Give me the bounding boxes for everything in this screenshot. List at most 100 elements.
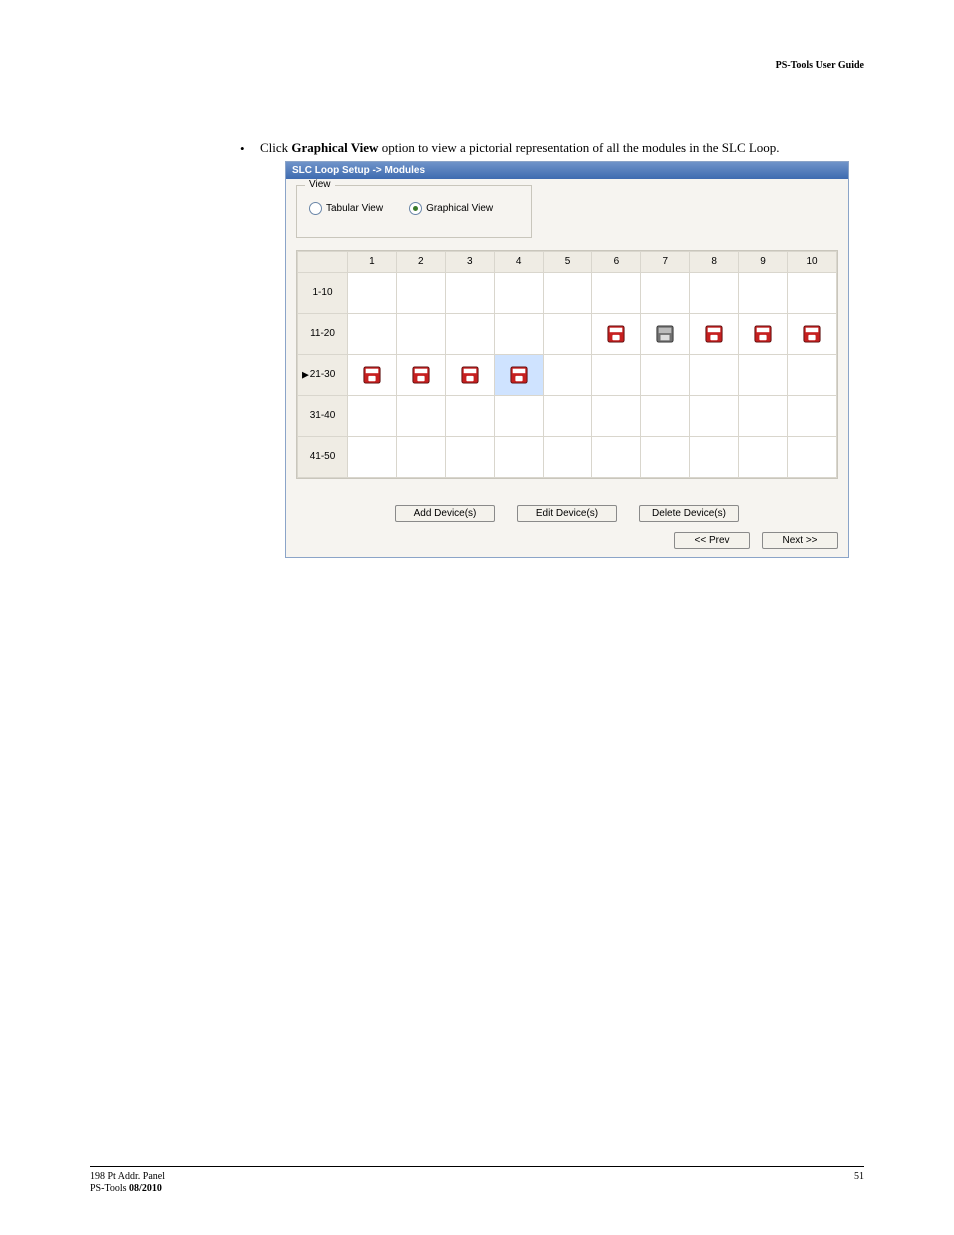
- grid-row: 41-50: [298, 436, 837, 477]
- grid-cell[interactable]: [690, 354, 739, 395]
- grid-col-header: 6: [592, 251, 641, 272]
- grid-col-header: 5: [543, 251, 592, 272]
- grid-cell[interactable]: [788, 436, 837, 477]
- grid-cell[interactable]: [348, 313, 397, 354]
- grid-cell[interactable]: [641, 354, 690, 395]
- device-icon: [461, 370, 479, 381]
- grid-cell[interactable]: [690, 313, 739, 354]
- grid-cell[interactable]: [788, 395, 837, 436]
- radio-icon: [309, 202, 322, 215]
- grid-col-header: 8: [690, 251, 739, 272]
- grid-cell[interactable]: [739, 272, 788, 313]
- grid-row-header[interactable]: ▶21-30: [298, 354, 348, 395]
- grid-row: 31-40: [298, 395, 837, 436]
- grid-row: 11-20: [298, 313, 837, 354]
- device-icon: [510, 370, 528, 381]
- radio-graphical-view[interactable]: Graphical View: [409, 202, 493, 215]
- grid-cell[interactable]: [348, 272, 397, 313]
- grid-cell[interactable]: [348, 436, 397, 477]
- prev-button[interactable]: << Prev: [674, 532, 750, 549]
- add-device-button[interactable]: Add Device(s): [395, 505, 495, 522]
- grid-cell[interactable]: [690, 436, 739, 477]
- grid-cell[interactable]: [592, 395, 641, 436]
- grid-cell[interactable]: [494, 272, 543, 313]
- grid-row: ▶21-30: [298, 354, 837, 395]
- grid-cell[interactable]: [396, 313, 445, 354]
- grid-cell[interactable]: [445, 436, 494, 477]
- grid-corner: [298, 251, 348, 272]
- grid-cell[interactable]: [543, 395, 592, 436]
- grid-cell[interactable]: [445, 395, 494, 436]
- grid-cell[interactable]: [641, 313, 690, 354]
- grid-cell[interactable]: [494, 395, 543, 436]
- grid-cell[interactable]: [494, 354, 543, 395]
- view-groupbox: View Tabular View Graphical View: [296, 185, 532, 238]
- grid-cell[interactable]: [348, 354, 397, 395]
- grid-cell[interactable]: [348, 395, 397, 436]
- bullet-icon: •: [240, 141, 245, 158]
- grid-cell[interactable]: [788, 313, 837, 354]
- device-icon: [363, 370, 381, 381]
- grid-col-header: 7: [641, 251, 690, 272]
- page-footer: 198 Pt Addr. Panel PS-Tools 08/2010 51: [90, 1166, 864, 1195]
- edit-device-button[interactable]: Edit Device(s): [517, 505, 617, 522]
- radio-icon: [409, 202, 422, 215]
- grid-col-header: 9: [739, 251, 788, 272]
- grid-col-header: 3: [445, 251, 494, 272]
- footer-line1: 198 Pt Addr. Panel: [90, 1171, 165, 1183]
- device-grid[interactable]: 123456789101-1011-20▶21-3031-4041-50: [296, 250, 838, 479]
- device-icon: [803, 329, 821, 340]
- grid-row-header[interactable]: 11-20: [298, 313, 348, 354]
- grid-cell[interactable]: [396, 436, 445, 477]
- grid-row: 1-10: [298, 272, 837, 313]
- grid-cell[interactable]: [690, 272, 739, 313]
- grid-cell[interactable]: [396, 395, 445, 436]
- grid-cell[interactable]: [445, 313, 494, 354]
- grid-row-header[interactable]: 31-40: [298, 395, 348, 436]
- grid-cell[interactable]: [739, 436, 788, 477]
- grid-cell[interactable]: [543, 436, 592, 477]
- row-indicator-icon: ▶: [302, 369, 309, 380]
- grid-cell[interactable]: [396, 354, 445, 395]
- grid-cell[interactable]: [788, 272, 837, 313]
- screenshot-window: SLC Loop Setup -> Modules View Tabular V…: [285, 161, 849, 558]
- grid-cell[interactable]: [739, 395, 788, 436]
- next-button[interactable]: Next >>: [762, 532, 838, 549]
- grid-cell[interactable]: [543, 313, 592, 354]
- grid-col-header: 4: [494, 251, 543, 272]
- view-legend: View: [305, 179, 335, 190]
- grid-cell[interactable]: [543, 272, 592, 313]
- radio-tabular-view[interactable]: Tabular View: [309, 202, 383, 215]
- grid-cell[interactable]: [690, 395, 739, 436]
- grid-cell[interactable]: [445, 272, 494, 313]
- instruction-text: • Click Graphical View option to view a …: [260, 140, 864, 157]
- footer-line2b: 08/2010: [129, 1183, 162, 1194]
- device-icon: [607, 329, 625, 340]
- grid-cell[interactable]: [396, 272, 445, 313]
- device-icon: [656, 329, 674, 340]
- grid-row-header[interactable]: 41-50: [298, 436, 348, 477]
- delete-device-button[interactable]: Delete Device(s): [639, 505, 739, 522]
- grid-cell[interactable]: [592, 354, 641, 395]
- grid-cell[interactable]: [788, 354, 837, 395]
- grid-cell[interactable]: [592, 436, 641, 477]
- instruction-pre: Click: [260, 140, 291, 155]
- grid-cell[interactable]: [641, 395, 690, 436]
- instruction-post: option to view a pictorial representatio…: [378, 140, 779, 155]
- grid-col-header: 2: [396, 251, 445, 272]
- grid-cell[interactable]: [739, 313, 788, 354]
- grid-cell[interactable]: [494, 313, 543, 354]
- footer-line2a: PS-Tools: [90, 1183, 129, 1194]
- grid-cell[interactable]: [739, 354, 788, 395]
- grid-row-header[interactable]: 1-10: [298, 272, 348, 313]
- grid-cell[interactable]: [494, 436, 543, 477]
- grid-cell[interactable]: [592, 313, 641, 354]
- grid-cell[interactable]: [641, 436, 690, 477]
- grid-col-header: 10: [788, 251, 837, 272]
- grid-cell[interactable]: [445, 354, 494, 395]
- device-icon: [412, 370, 430, 381]
- grid-cell[interactable]: [543, 354, 592, 395]
- grid-cell[interactable]: [592, 272, 641, 313]
- grid-cell[interactable]: [641, 272, 690, 313]
- window-title: SLC Loop Setup -> Modules: [286, 162, 848, 179]
